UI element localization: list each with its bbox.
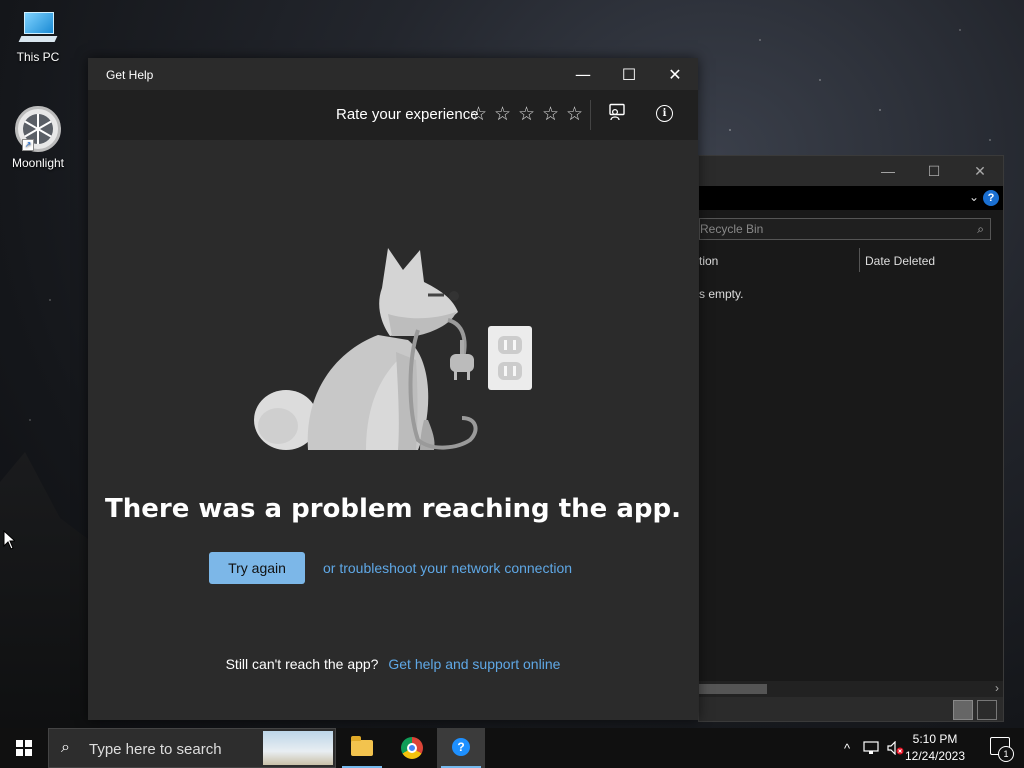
taskbar-search-box[interactable]: ⌕ Type here to search <box>48 728 336 768</box>
star-icon[interactable]: ☆ <box>470 103 487 125</box>
wallpaper-mountain <box>0 452 100 728</box>
star-icon[interactable]: ☆ <box>518 103 535 125</box>
get-help-online-link[interactable]: Get help and support online <box>388 656 560 672</box>
network-icon[interactable] <box>860 728 882 768</box>
info-icon[interactable]: i <box>656 105 673 122</box>
search-icon[interactable]: ⌕ <box>977 219 984 239</box>
taskbar-clock[interactable]: 5:10 PM 12/24/2023 <box>900 731 970 765</box>
still-cant-reach-row: Still can't reach the app? Get help and … <box>88 656 698 672</box>
star-icon[interactable]: ☆ <box>542 103 559 125</box>
shortcut-arrow-icon: ↗ <box>22 139 34 151</box>
windows-logo-icon <box>16 740 32 756</box>
troubleshoot-network-link[interactable]: or troubleshoot your network connection <box>323 560 572 576</box>
desktop-icon-this-pc[interactable]: This PC <box>2 10 74 64</box>
search-icon: ⌕ <box>61 739 70 756</box>
help-icon[interactable]: ? <box>983 190 999 206</box>
computer-icon <box>18 10 58 46</box>
large-icons-view-icon[interactable] <box>977 700 997 720</box>
taskbar: ⌕ Type here to search ? ^ 5:10 PM 12/24/… <box>0 728 1024 768</box>
desktop-icon-moonlight[interactable]: ↗ Moonlight <box>2 106 74 170</box>
scrollbar-thumb[interactable] <box>699 684 767 694</box>
column-header-date-deleted[interactable]: Date Deleted <box>865 254 935 268</box>
clock-date: 12/24/2023 <box>904 749 966 763</box>
desktop-icon-label: Moonlight <box>11 156 65 170</box>
chrome-icon <box>401 737 423 759</box>
minimize-icon[interactable]: — <box>865 156 911 186</box>
search-placeholder: Recycle Bin <box>700 222 764 236</box>
minimize-icon[interactable]: — <box>560 58 606 90</box>
close-icon[interactable]: ✕ <box>652 58 698 90</box>
search-input[interactable]: Recycle Bin ⌕ <box>699 218 991 240</box>
get-help-window[interactable]: Get Help — ☐ ✕ Rate your experience ☆ ☆ … <box>88 58 698 720</box>
notification-count-badge: 1 <box>998 746 1014 762</box>
column-divider[interactable] <box>859 248 860 272</box>
taskbar-file-explorer[interactable] <box>338 728 386 768</box>
chevron-up-icon[interactable]: ^ <box>838 728 856 768</box>
star-icon[interactable]: ☆ <box>494 103 511 125</box>
column-header-location[interactable]: tion <box>699 254 718 268</box>
horizontal-scrollbar[interactable]: › <box>699 681 1003 697</box>
taskbar-chrome[interactable] <box>388 728 436 768</box>
clock-time: 5:10 PM <box>912 732 958 746</box>
recycle-bin-window[interactable]: — ☐ ✕ ⌄ ? Recycle Bin ⌕ tion Date Delete… <box>698 155 1004 722</box>
desktop-icon-label: This PC <box>16 50 60 64</box>
empty-message: s empty. <box>699 287 744 301</box>
moonlight-icon: ↗ <box>15 106 61 152</box>
window-title: Get Help <box>106 68 154 82</box>
explorer-ribbon: ⌄ ? <box>699 186 1003 210</box>
details-view-icon[interactable] <box>953 700 973 720</box>
mouse-cursor-icon <box>3 530 15 550</box>
toolbar: Rate your experience ☆ ☆ ☆ ☆ ☆ i <box>88 90 698 140</box>
error-headline: There was a problem reaching the app. <box>105 494 681 524</box>
still-cant-reach-text: Still can't reach the app? <box>225 656 379 672</box>
close-icon[interactable]: ✕ <box>957 156 1003 186</box>
feedback-icon[interactable] <box>608 103 626 126</box>
search-placeholder: Type here to search <box>89 741 222 758</box>
maximize-icon[interactable]: ☐ <box>911 156 957 186</box>
folder-icon <box>351 736 373 756</box>
scroll-right-icon[interactable]: › <box>995 681 999 695</box>
error-content: There was a problem reaching the app. Tr… <box>88 140 698 720</box>
try-again-button[interactable]: Try again <box>209 552 305 584</box>
explorer-titlebar: — ☐ ✕ <box>699 156 1003 186</box>
rate-experience-label: Rate your experience <box>336 106 479 123</box>
get-help-icon: ? <box>450 737 472 759</box>
status-bar <box>699 697 1003 721</box>
start-button[interactable] <box>0 728 48 768</box>
column-header-row: tion Date Deleted <box>699 248 1003 274</box>
search-highlight-image[interactable] <box>263 731 333 765</box>
taskbar-get-help[interactable]: ? <box>437 728 485 768</box>
star-icon[interactable]: ☆ <box>566 103 583 125</box>
maximize-icon[interactable]: ☐ <box>606 58 652 90</box>
toolbar-divider <box>590 100 591 130</box>
chevron-down-icon[interactable]: ⌄ <box>969 190 979 204</box>
dog-unplugged-illustration <box>254 248 532 450</box>
